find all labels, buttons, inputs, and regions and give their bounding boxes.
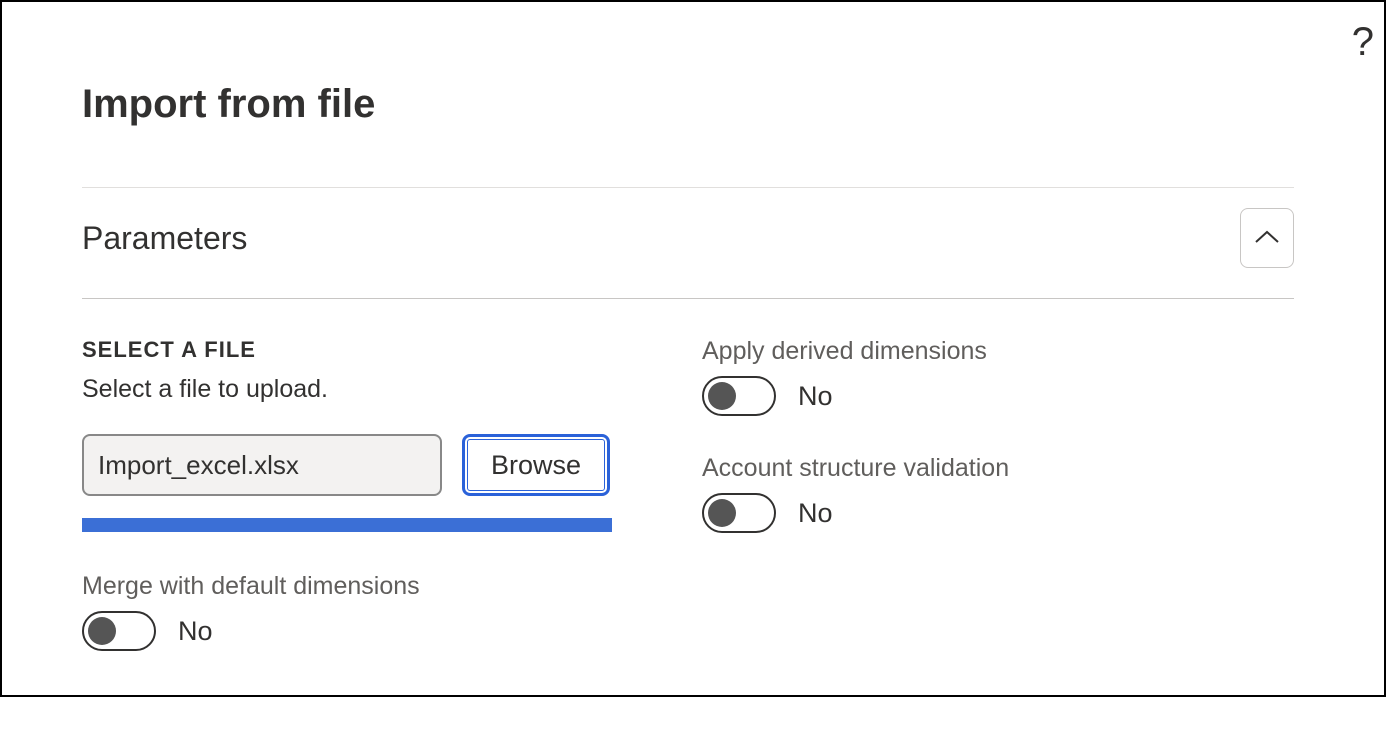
section-title: Parameters — [82, 220, 247, 257]
select-file-help: Select a file to upload. — [82, 375, 612, 404]
upload-progress-bar — [82, 518, 612, 532]
merge-default-row: No — [82, 611, 612, 651]
account-validation-field: Account structure validation No — [702, 454, 1202, 533]
section-header: Parameters — [82, 188, 1294, 299]
filename-input[interactable] — [82, 434, 442, 496]
account-validation-row: No — [702, 493, 1202, 533]
apply-derived-row: No — [702, 376, 1202, 416]
merge-default-value: No — [178, 616, 213, 647]
toggle-knob — [88, 617, 116, 645]
toggle-knob — [708, 499, 736, 527]
apply-derived-label: Apply derived dimensions — [702, 337, 1202, 366]
collapse-button[interactable] — [1240, 208, 1294, 268]
apply-derived-value: No — [798, 381, 833, 412]
select-file-heading: SELECT A FILE — [82, 337, 612, 363]
parameters-section: Parameters SELECT A FILE Select a file t… — [82, 187, 1294, 689]
toggle-knob — [708, 382, 736, 410]
account-validation-label: Account structure validation — [702, 454, 1202, 483]
chevron-up-icon — [1254, 230, 1280, 246]
account-validation-value: No — [798, 498, 833, 529]
page-container: Import from file Parameters SELECT A FIL… — [2, 2, 1384, 729]
merge-default-label: Merge with default dimensions — [82, 572, 612, 601]
section-body: SELECT A FILE Select a file to upload. B… — [82, 299, 1294, 689]
page-title: Import from file — [82, 82, 1294, 127]
apply-derived-toggle[interactable] — [702, 376, 776, 416]
merge-default-field: Merge with default dimensions No — [82, 572, 612, 651]
help-icon[interactable]: ? — [1352, 20, 1374, 65]
left-column: SELECT A FILE Select a file to upload. B… — [82, 337, 612, 689]
browse-button[interactable]: Browse — [462, 434, 610, 496]
right-column: Apply derived dimensions No Account stru… — [702, 337, 1202, 689]
apply-derived-field: Apply derived dimensions No — [702, 337, 1202, 416]
account-validation-toggle[interactable] — [702, 493, 776, 533]
merge-default-toggle[interactable] — [82, 611, 156, 651]
file-row: Browse — [82, 434, 612, 496]
